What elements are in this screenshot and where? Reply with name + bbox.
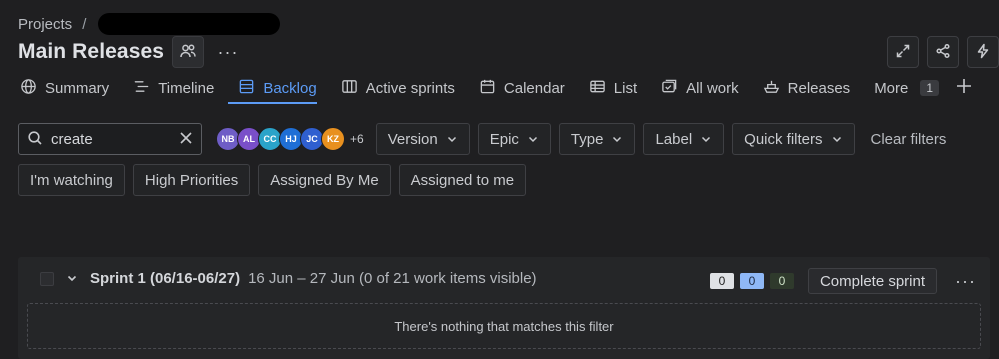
filters-row: NB AL CC HJ JC KZ +6 Version Epic Type L… xyxy=(18,123,954,155)
people-icon xyxy=(179,42,197,63)
empty-message: There's nothing that matches this filter xyxy=(394,318,614,334)
tab-active-sprints[interactable]: Active sprints xyxy=(329,74,467,102)
assigned-to-me-filter[interactable]: Assigned to me xyxy=(398,164,527,196)
chevron-down-icon xyxy=(528,136,537,143)
nav-tabs: Summary Timeline Backlog Active sprints … xyxy=(18,74,973,104)
chevron-down-icon xyxy=(447,136,456,143)
sprint-container: Sprint 1 (06/16-06/27) 16 Jun – 27 Jun (… xyxy=(18,257,990,359)
search-input[interactable] xyxy=(51,130,171,148)
search-field[interactable] xyxy=(18,123,202,155)
empty-state: There's nothing that matches this filter xyxy=(27,303,981,349)
top-actions xyxy=(887,36,999,68)
team-button[interactable] xyxy=(172,36,205,68)
breadcrumb-projects-link[interactable]: Projects xyxy=(18,16,72,33)
type-filter-label: Type xyxy=(570,130,604,148)
label-filter-button[interactable]: Label xyxy=(643,123,725,155)
breadcrumb: Projects / xyxy=(18,13,281,35)
label-filter-label: Label xyxy=(655,130,693,148)
fullscreen-button[interactable] xyxy=(887,36,919,68)
complete-sprint-button[interactable]: Complete sprint xyxy=(807,268,938,294)
tab-summary[interactable]: Summary xyxy=(18,74,121,102)
title-row: Main Releases ··· xyxy=(18,36,244,68)
backlog-icon xyxy=(238,78,255,99)
lightning-icon xyxy=(975,43,991,62)
redacted-project-name xyxy=(98,13,281,35)
tab-list-label: List xyxy=(613,79,638,97)
calendar-icon xyxy=(479,78,496,99)
more-avatars-button[interactable]: +6 xyxy=(350,132,364,146)
title-more-button[interactable]: ··· xyxy=(212,36,244,68)
add-tab-button[interactable] xyxy=(955,75,973,101)
tab-more[interactable]: More 1 xyxy=(862,74,951,102)
breadcrumb-separator: / xyxy=(82,15,87,33)
board-icon xyxy=(341,78,358,99)
sprint-select-checkbox[interactable] xyxy=(40,271,54,286)
quick-filter-chips: I'm watching High Priorities Assigned By… xyxy=(18,164,527,196)
more-count-badge: 1 xyxy=(920,80,940,96)
chevron-down-icon xyxy=(832,136,841,143)
share-icon xyxy=(935,43,951,62)
tab-list[interactable]: List xyxy=(577,74,649,102)
im-watching-filter[interactable]: I'm watching xyxy=(18,164,125,196)
tab-calendar[interactable]: Calendar xyxy=(467,74,577,102)
tab-more-label: More xyxy=(874,79,909,97)
timeline-icon xyxy=(133,78,150,99)
all-work-icon xyxy=(661,78,678,99)
ship-icon xyxy=(763,78,780,99)
epic-filter-label: Epic xyxy=(489,130,519,148)
high-priorities-filter[interactable]: High Priorities xyxy=(132,164,251,196)
tab-timeline[interactable]: Timeline xyxy=(121,74,226,102)
assigned-by-me-filter[interactable]: Assigned By Me xyxy=(258,164,391,196)
sprint-more-button[interactable]: ··· xyxy=(955,271,976,292)
sprint-header: Sprint 1 (06/16-06/27) 16 Jun – 27 Jun (… xyxy=(40,270,537,287)
quick-filters-button[interactable]: Quick filters xyxy=(732,123,855,155)
quick-filters-label: Quick filters xyxy=(744,130,823,148)
tab-summary-label: Summary xyxy=(45,79,110,97)
tab-all-work-label: All work xyxy=(686,79,739,97)
type-filter-button[interactable]: Type xyxy=(558,123,636,155)
todo-count-badge: 0 xyxy=(709,273,734,289)
share-button[interactable] xyxy=(927,36,959,68)
version-filter-button[interactable]: Version xyxy=(375,123,470,155)
sprint-meta: 16 Jun – 27 Jun (0 of 21 work items visi… xyxy=(248,270,537,287)
tab-releases[interactable]: Releases xyxy=(751,74,863,102)
chevron-down-icon xyxy=(613,136,622,143)
assignee-avatars: NB AL CC HJ JC KZ +6 xyxy=(216,127,368,151)
version-filter-label: Version xyxy=(387,130,438,148)
tab-active-sprints-label: Active sprints xyxy=(365,79,455,97)
list-icon xyxy=(589,78,606,99)
sprint-name[interactable]: Sprint 1 (06/16-06/27) xyxy=(90,270,240,287)
plus-icon xyxy=(957,79,972,93)
epic-filter-button[interactable]: Epic xyxy=(477,123,551,155)
clear-filters-button[interactable]: Clear filters xyxy=(863,131,955,148)
tab-all-work[interactable]: All work xyxy=(649,74,751,102)
tab-timeline-label: Timeline xyxy=(158,79,215,97)
chevron-down-icon xyxy=(702,136,711,143)
avatar[interactable]: KZ xyxy=(321,127,345,151)
page-title: Main Releases xyxy=(18,40,165,63)
tab-calendar-label: Calendar xyxy=(503,79,565,97)
expand-icon xyxy=(895,43,911,62)
automation-button[interactable] xyxy=(967,36,999,68)
tab-backlog[interactable]: Backlog xyxy=(226,74,328,104)
tab-backlog-label: Backlog xyxy=(263,79,317,97)
in-progress-count-badge: 0 xyxy=(739,273,764,289)
search-icon xyxy=(27,130,43,149)
done-count-badge: 0 xyxy=(769,273,794,289)
more-horizontal-icon: ··· xyxy=(217,41,239,62)
tab-releases-label: Releases xyxy=(787,79,851,97)
chevron-down-icon[interactable] xyxy=(66,271,78,287)
sprint-actions: 0 0 0 Complete sprint ··· xyxy=(709,268,976,294)
globe-icon xyxy=(20,78,37,99)
clear-search-icon[interactable] xyxy=(179,131,193,148)
